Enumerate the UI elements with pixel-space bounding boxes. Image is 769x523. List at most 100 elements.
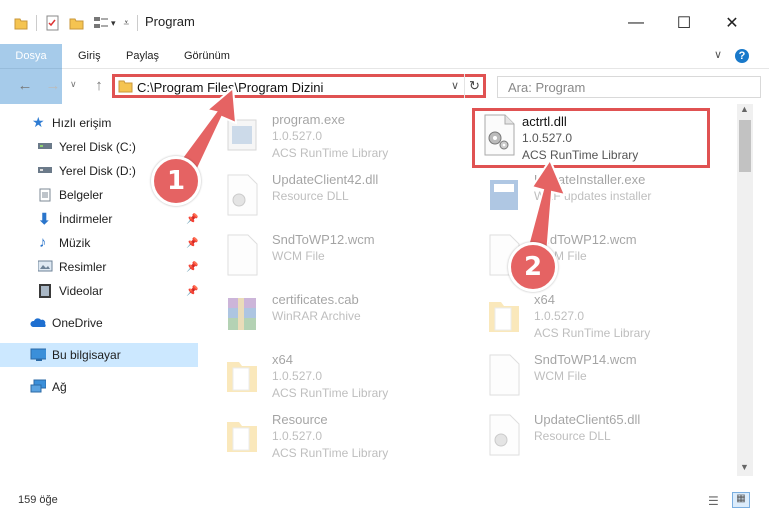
expand-ribbon-icon[interactable]: ∨ <box>714 48 722 61</box>
close-button[interactable]: ✕ <box>712 10 752 36</box>
folder-icon[interactable] <box>14 16 28 30</box>
customize-toolbar-icon[interactable]: ⩡ <box>124 18 130 29</box>
callout-2: 2 <box>508 242 558 292</box>
file-name: x64 <box>272 352 293 367</box>
file-icon <box>489 354 520 396</box>
pictures-icon <box>38 260 53 272</box>
address-dropdown-icon[interactable]: ∨ <box>451 79 459 92</box>
file-icon <box>227 234 258 276</box>
sidebar-item-label: Bu bilgisayar <box>52 348 121 362</box>
title-bar: ▾ ⩡ Program — ☐ ✕ <box>0 0 769 48</box>
help-button[interactable]: ? <box>735 49 749 63</box>
address-bar[interactable]: C:\Program Files\Program Dizini ∨ ↻ <box>112 74 486 98</box>
file-name: UpdateClient65.dll <box>534 412 641 427</box>
sidebar-item-pictures[interactable]: Resimler 📌 <box>0 255 198 279</box>
sidebar-item-label: Resimler <box>59 260 107 274</box>
vertical-scrollbar[interactable]: ▲ ▼ <box>737 104 753 476</box>
file-description: WCM File <box>272 249 325 263</box>
file-name: actrtl.dll <box>522 114 567 129</box>
file-description: ACS RunTime Library <box>272 446 389 460</box>
up-button[interactable]: ↑ <box>88 76 110 96</box>
dll-icon <box>489 414 520 456</box>
chevron-down-icon[interactable]: ▾ <box>111 18 116 29</box>
tab-share[interactable]: Paylaş <box>126 44 159 68</box>
address-path: C:\Program Files\Program Dizini <box>137 80 324 95</box>
tab-home[interactable]: Giriş <box>78 44 101 68</box>
dll-icon <box>227 174 258 216</box>
file-item[interactable]: UpdateInstaller.exe WEF updates installe… <box>472 168 722 228</box>
sidebar-item-label: Videolar <box>59 284 103 298</box>
maximize-button[interactable]: ☐ <box>664 10 704 36</box>
scroll-up-icon[interactable]: ▲ <box>740 104 749 114</box>
file-version: 1.0.527.0 <box>272 429 323 443</box>
file-name: certificates.cab <box>272 292 359 307</box>
file-name: SndToWP14.wcm <box>534 352 637 367</box>
file-item-actrtl-dll[interactable]: actrtl.dll 1.0.527.0 ACS RunTime Library <box>472 108 710 168</box>
file-description: WEF updates installer <box>534 189 652 203</box>
ribbon: Dosya Giriş Paylaş Görünüm ∨ ? <box>0 44 769 104</box>
network-icon <box>30 379 46 393</box>
search-box[interactable]: Ara: Program <box>497 76 761 98</box>
drive-icon <box>38 167 52 173</box>
file-description: ACS RunTime Library <box>534 326 651 340</box>
sidebar-item-this-pc[interactable]: Bu bilgisayar <box>0 343 198 367</box>
file-description: ACS RunTime Library <box>272 386 389 400</box>
new-folder-icon[interactable] <box>69 15 85 31</box>
sidebar-item-local-disk-c[interactable]: Yerel Disk (C:) <box>0 135 198 159</box>
minimize-button[interactable]: — <box>616 10 656 36</box>
file-item[interactable]: x64 1.0.527.0 ACS RunTime Library <box>472 288 722 348</box>
pin-icon[interactable]: 📌 <box>186 262 198 273</box>
file-version: 1.0.527.0 <box>272 129 323 143</box>
large-icons-view-icon[interactable]: ▦ <box>732 492 750 508</box>
file-item[interactable]: x64 1.0.527.0 ACS RunTime Library <box>210 348 460 408</box>
sidebar-item-label: Hızlı erişim <box>52 116 112 130</box>
window-title: Program <box>145 14 195 29</box>
documents-icon <box>39 188 51 202</box>
file-name: x64 <box>534 292 555 307</box>
file-item[interactable]: program.exe 1.0.527.0 ACS RunTime Librar… <box>210 108 460 168</box>
file-name: SndToWP12.wcm <box>534 232 637 247</box>
refresh-icon[interactable]: ↻ <box>464 74 484 98</box>
file-item[interactable]: certificates.cab WinRAR Archive <box>210 288 460 348</box>
sidebar-item-music[interactable]: ♪ Müzik 📌 <box>0 231 198 255</box>
installer-icon <box>490 180 518 210</box>
file-item[interactable]: SndToWP14.wcm WCM File <box>472 348 722 408</box>
dll-icon <box>484 114 515 156</box>
pin-icon[interactable]: 📌 <box>186 286 198 297</box>
file-item[interactable]: UpdateClient65.dll Resource DLL <box>472 408 722 468</box>
archive-icon <box>228 298 256 330</box>
file-list: program.exe 1.0.527.0 ACS RunTime Librar… <box>210 104 736 476</box>
file-name: Resource <box>272 412 328 427</box>
computer-icon <box>30 348 46 361</box>
pin-icon[interactable]: 📌 <box>186 238 198 249</box>
sidebar-item-downloads[interactable]: ⬇ İndirmeler 📌 <box>0 207 198 231</box>
sidebar-item-network[interactable]: Ağ <box>0 375 198 399</box>
file-item[interactable]: UpdateClient42.dll Resource DLL <box>210 168 460 228</box>
sidebar-item-onedrive[interactable]: OneDrive <box>0 311 198 335</box>
callout-1: 1 <box>151 156 201 206</box>
tab-view[interactable]: Görünüm <box>184 44 230 68</box>
back-button[interactable]: ← <box>14 76 36 96</box>
exe-icon <box>227 119 257 151</box>
folder-icon <box>227 362 257 392</box>
recent-locations-icon[interactable]: ∨ <box>70 79 77 90</box>
file-description: WCM File <box>534 369 587 383</box>
view-options-icon[interactable] <box>93 15 109 31</box>
sidebar-item-quick-access[interactable]: ★ Hızlı erişim <box>0 111 198 135</box>
file-name: program.exe <box>272 112 345 127</box>
scrollbar-thumb[interactable] <box>739 120 751 172</box>
forward-button[interactable]: → <box>42 76 64 96</box>
details-view-icon[interactable]: ☰ <box>708 494 719 508</box>
pin-icon[interactable]: 📌 <box>186 214 198 225</box>
file-version: 1.0.527.0 <box>522 131 573 145</box>
sidebar-item-label: İndirmeler <box>59 212 113 226</box>
file-name: UpdateClient42.dll <box>272 172 379 187</box>
file-version: 1.0.527.0 <box>534 309 585 323</box>
file-description: Resource DLL <box>534 429 611 443</box>
scroll-down-icon[interactable]: ▼ <box>740 462 749 472</box>
file-item[interactable]: Resource 1.0.527.0 ACS RunTime Library <box>210 408 460 468</box>
properties-icon[interactable] <box>45 15 61 31</box>
file-item[interactable]: SndToWP12.wcm WCM File <box>210 228 460 288</box>
sidebar-item-videos[interactable]: Videolar 📌 <box>0 279 198 303</box>
videos-icon <box>39 284 51 298</box>
